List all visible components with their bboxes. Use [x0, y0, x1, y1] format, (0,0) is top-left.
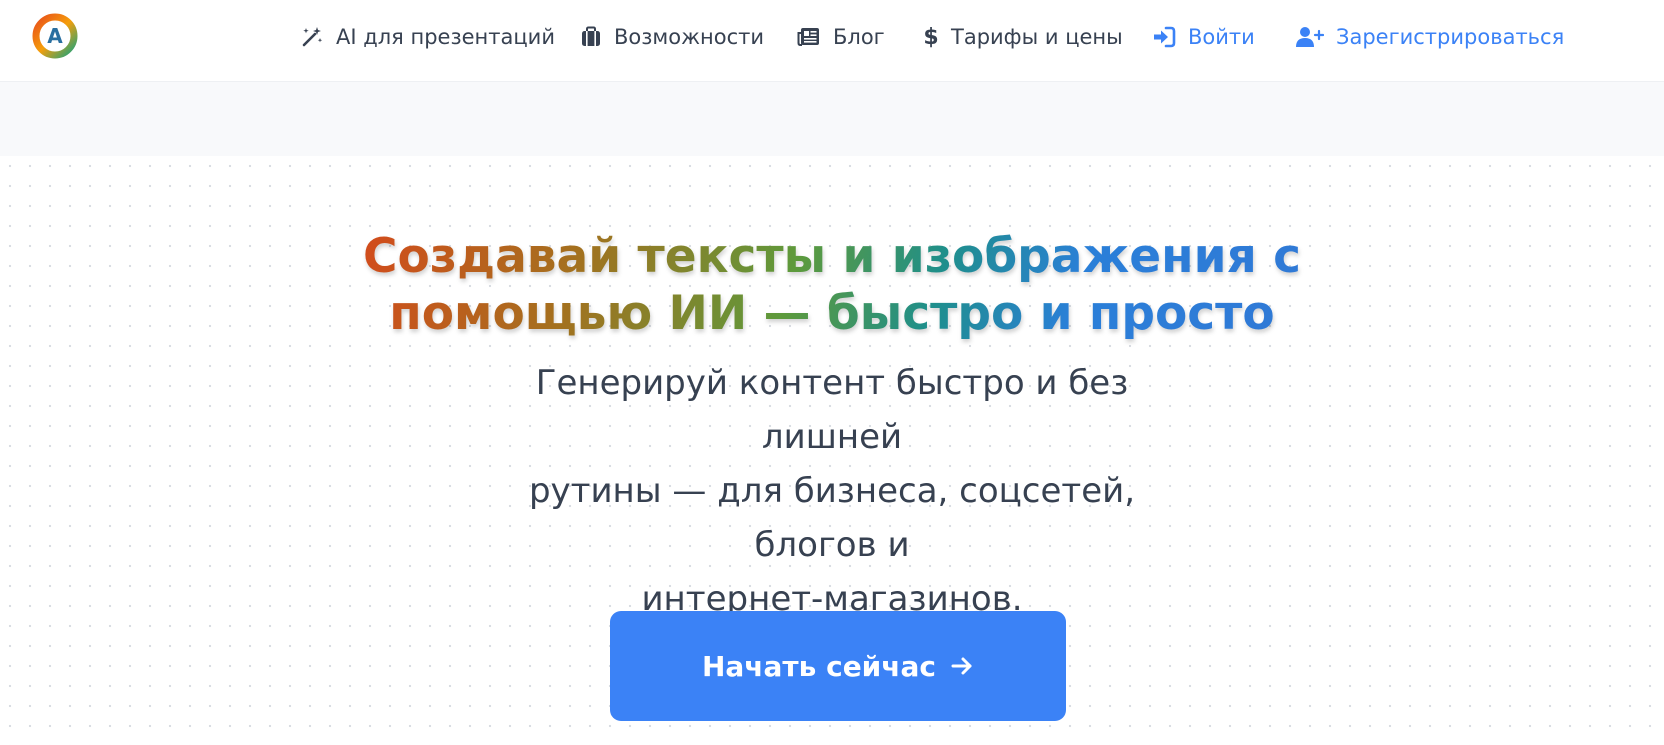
- nav-register[interactable]: Зарегистрироваться: [1296, 20, 1564, 54]
- arrow-right-icon: [951, 657, 972, 675]
- dollar-icon: $: [923, 25, 938, 50]
- sign-in-icon: [1154, 26, 1176, 48]
- user-plus-icon: [1296, 27, 1324, 47]
- briefcase-icon: [582, 26, 600, 46]
- start-now-label: Начать сейчас: [701, 649, 937, 683]
- svg-text:$: $: [923, 25, 938, 50]
- nav-ai-presentations-label: AI для презентаций: [336, 25, 555, 49]
- main-nav: AI для презентаций Возможности Блог $ Та…: [0, 0, 1664, 74]
- site-header: A AI для презентаций Возможности Блог $ …: [0, 0, 1664, 82]
- nav-blog[interactable]: Блог: [797, 20, 885, 54]
- nav-pricing[interactable]: $ Тарифы и цены: [923, 20, 1123, 54]
- header-band: [0, 82, 1664, 156]
- hero-subtitle: Генерируй контент быстро и без лишней ру…: [472, 356, 1192, 626]
- hero-title-line-2: помощью ИИ — быстро и просто: [389, 286, 1275, 341]
- nav-features[interactable]: Возможности: [580, 20, 764, 54]
- nav-blog-label: Блог: [833, 25, 885, 49]
- nav-register-label: Зарегистрироваться: [1336, 25, 1565, 49]
- nav-pricing-label: Тарифы и цены: [951, 25, 1123, 49]
- start-now-button[interactable]: Начать сейчас: [610, 611, 1066, 721]
- nav-login-label: Войти: [1188, 25, 1255, 49]
- nav-login[interactable]: Войти: [1152, 20, 1255, 54]
- magic-wand-icon: [302, 27, 323, 47]
- hero-subtitle-line-2: рутины — для бизнеса, соцсетей, блогов и: [528, 471, 1136, 565]
- newspaper-icon: [797, 28, 819, 46]
- nav-features-label: Возможности: [614, 25, 765, 49]
- nav-ai-presentations[interactable]: AI для презентаций: [300, 20, 555, 54]
- hero-section: Создавай тексты и изображения с помощью …: [0, 156, 1664, 745]
- hero-title: Создавай тексты и изображения с помощью …: [332, 228, 1332, 342]
- hero-title-line-1: Создавай тексты и изображения с: [363, 229, 1301, 284]
- hero-subtitle-line-1: Генерируй контент быстро и без лишней: [535, 363, 1129, 457]
